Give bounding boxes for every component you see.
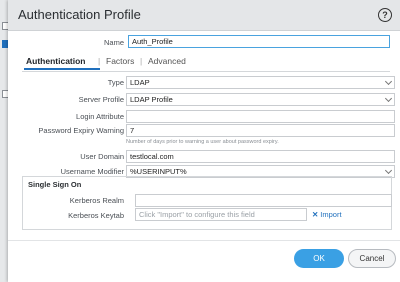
password-expiry-hint: Number of days prior to warning a user a… <box>126 139 279 145</box>
single-sign-on-title: Single Sign On <box>28 180 82 189</box>
name-label: Name <box>103 38 124 47</box>
name-input-value: Auth_Profile <box>132 37 173 46</box>
kerberos-realm-input[interactable] <box>135 194 392 207</box>
authentication-profile-dialog: Authentication Profile ? Name Auth_Profi… <box>8 0 400 282</box>
kerberos-keytab-input[interactable]: Click "Import" to configure this field <box>135 208 307 221</box>
user-domain-input[interactable]: testlocal.com <box>126 150 395 163</box>
kerberos-keytab-placeholder: Click "Import" to configure this field <box>139 210 255 219</box>
active-tab-indicator <box>24 68 100 70</box>
chevron-down-icon <box>384 77 393 86</box>
chevron-down-icon <box>384 166 393 175</box>
server-profile-value: LDAP Profile <box>130 95 173 104</box>
import-icon: ✕ <box>312 210 319 219</box>
kerberos-keytab-label: Kerberos Keytab <box>68 211 124 220</box>
username-modifier-label: Username Modifier <box>60 167 124 176</box>
server-profile-label: Server Profile <box>78 95 124 104</box>
server-profile-select[interactable]: LDAP Profile <box>126 93 395 106</box>
kerberos-realm-label: Kerberos Realm <box>69 196 124 205</box>
password-expiry-label: Password Expiry Warning <box>38 126 124 135</box>
tab-separator: | <box>98 56 101 66</box>
user-domain-value: testlocal.com <box>130 152 174 161</box>
password-expiry-value: 7 <box>130 126 135 135</box>
dialog-titlebar: Authentication Profile ? <box>8 0 400 31</box>
background-page <box>0 0 10 282</box>
dialog-title: Authentication Profile <box>18 7 141 22</box>
import-link[interactable]: ✕ Import <box>312 210 342 219</box>
footer-divider <box>8 240 400 241</box>
tab-divider <box>22 71 390 72</box>
help-icon[interactable]: ? <box>378 8 392 22</box>
login-attribute-input[interactable] <box>126 110 395 123</box>
password-expiry-input[interactable]: 7 <box>126 124 395 137</box>
type-select-value: LDAP <box>130 78 150 87</box>
username-modifier-value: %USERINPUT% <box>130 167 187 176</box>
chevron-down-icon <box>384 94 393 103</box>
type-label: Type <box>107 78 124 87</box>
tab-separator: | <box>140 56 143 66</box>
name-input[interactable]: Auth_Profile <box>128 35 390 48</box>
cancel-button[interactable]: Cancel <box>348 249 396 268</box>
type-select[interactable]: LDAP <box>126 76 395 89</box>
ok-button[interactable]: OK <box>294 249 344 268</box>
tab-advanced[interactable]: Advanced <box>148 56 186 66</box>
tab-factors[interactable]: Factors <box>106 56 134 66</box>
user-domain-label: User Domain <box>80 152 124 161</box>
login-attribute-label: Login Attribute <box>76 112 124 121</box>
import-label: Import <box>320 210 342 219</box>
tab-authentication[interactable]: Authentication <box>26 56 86 66</box>
